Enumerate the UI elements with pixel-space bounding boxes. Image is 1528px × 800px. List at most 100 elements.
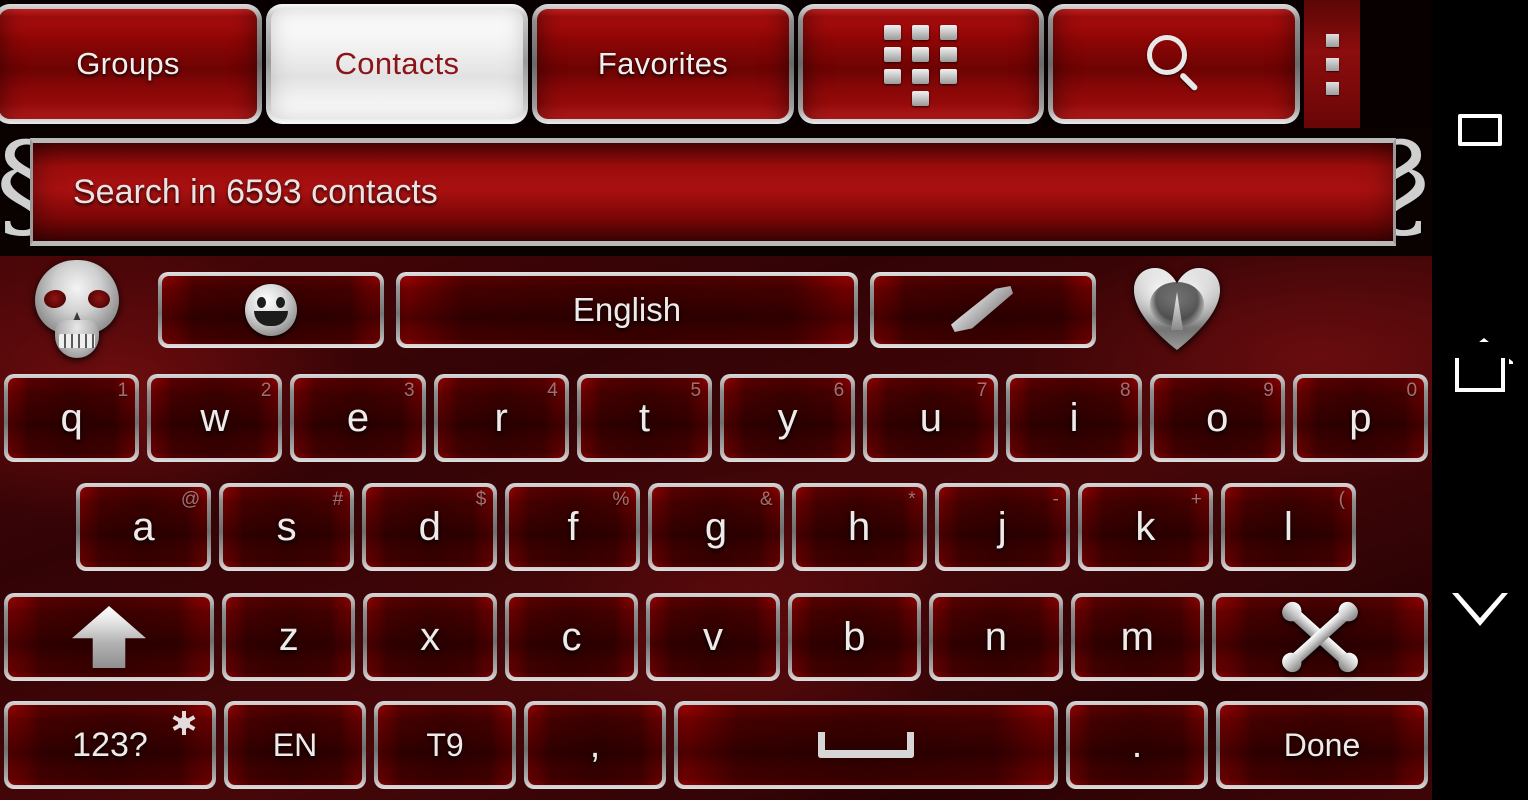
key-a-label: a (132, 504, 155, 549)
key-l-face: l( (1224, 487, 1352, 567)
backspace-key[interactable] (1212, 593, 1428, 681)
done-key[interactable]: Done (1216, 701, 1428, 789)
keyboard-row-3: zx c v bn m (0, 582, 1432, 692)
language-button-label: English (572, 291, 682, 328)
key-i[interactable]: i8 (1006, 374, 1142, 462)
key-e[interactable]: e3 (290, 374, 426, 462)
period-key-label: . (1131, 723, 1143, 766)
tab-search-face (1053, 9, 1295, 119)
key-o-alt-label: 9 (1263, 380, 1274, 401)
key-t[interactable]: t5 (576, 374, 713, 462)
comma-key[interactable]: , (524, 701, 666, 789)
emoji-button-face (162, 276, 380, 344)
period-key[interactable]: . (1066, 701, 1208, 789)
key-u-alt-label: 7 (976, 380, 988, 401)
tab-dialpad[interactable] (798, 4, 1044, 124)
input-language-key-face: EN (228, 705, 362, 785)
key-u[interactable]: u7 (863, 374, 999, 462)
key-r-label: r (494, 395, 508, 440)
t9-key-face: T9 (378, 705, 512, 785)
key-f-alt-label: % (612, 489, 630, 510)
comma-key-label: , (589, 723, 601, 766)
t9-key[interactable]: T9 (374, 701, 516, 789)
shift-key[interactable] (4, 593, 214, 681)
input-language-key-label: EN (272, 726, 318, 763)
key-v[interactable]: v (646, 593, 780, 681)
key-r-face: r4 (437, 378, 565, 458)
home-button[interactable] (1432, 327, 1528, 423)
language-button[interactable]: English (396, 272, 858, 348)
space-key-face (678, 705, 1054, 785)
key-p[interactable]: p0 (1292, 374, 1429, 462)
key-m-label: m (1120, 614, 1154, 659)
tab-groups[interactable]: Groups (0, 4, 262, 124)
key-j[interactable]: j- (934, 483, 1070, 571)
key-h-alt-label: * (908, 489, 916, 510)
key-s[interactable]: s # (219, 483, 355, 571)
search-bar-region: § Search in 6593 contacts § (0, 128, 1432, 256)
key-r-alt-label: 4 (547, 380, 558, 401)
crossed-bones-backspace-icon (1276, 601, 1364, 673)
key-c-label: c (561, 614, 582, 659)
key-c[interactable]: c (504, 593, 639, 681)
key-d-label: d (418, 504, 441, 549)
quill-button-face (874, 276, 1092, 344)
tab-search[interactable] (1048, 4, 1300, 124)
recents-button[interactable] (1432, 82, 1528, 178)
key-f-label: f (567, 504, 579, 549)
key-m[interactable]: m (1070, 593, 1204, 681)
keyboard-row-3-letters: zx c v bn m (218, 593, 1208, 681)
tab-favorites-face: Favorites (537, 9, 789, 119)
key-v-label: v (702, 614, 723, 659)
tab-groups-label: Groups (76, 46, 180, 81)
key-k[interactable]: k + (1077, 483, 1213, 571)
heart-ornament (1102, 262, 1252, 358)
key-z-face: z (226, 597, 352, 677)
key-a-face: a @ (80, 487, 208, 567)
feather-icon (945, 282, 1021, 338)
key-l[interactable]: l( (1220, 483, 1356, 571)
key-i-face: i8 (1010, 378, 1138, 458)
key-f[interactable]: f% (505, 483, 641, 571)
key-n[interactable]: n (929, 593, 1063, 681)
key-z[interactable]: z (222, 593, 356, 681)
tab-favorites[interactable]: Favorites (532, 4, 794, 124)
key-l-alt-label: ( (1338, 489, 1345, 510)
key-a-alt-label: @ (180, 489, 201, 510)
emoji-button[interactable] (158, 272, 384, 348)
key-x[interactable]: x (363, 593, 497, 681)
back-button[interactable] (1432, 562, 1528, 658)
key-b-face: b (791, 597, 918, 677)
key-p-alt-label: 0 (1406, 380, 1418, 401)
tab-favorites-label: Favorites (597, 46, 729, 81)
key-h[interactable]: h * (791, 483, 927, 571)
search-placeholder: Search in 6593 contacts (73, 172, 438, 211)
key-o[interactable]: o9 (1149, 374, 1285, 462)
key-w[interactable]: w2 (147, 374, 283, 462)
key-o-label: o (1206, 395, 1229, 440)
key-j-face: j- (938, 487, 1066, 567)
key-r[interactable]: r4 (433, 374, 569, 462)
overflow-menu-icon[interactable] (1304, 0, 1360, 128)
tab-contacts[interactable]: Contacts (266, 4, 528, 124)
t9-key-label: T9 (426, 726, 464, 763)
key-t-alt-label: 5 (690, 380, 702, 401)
key-d[interactable]: d $ (362, 483, 498, 571)
tab-groups-face: Groups (0, 9, 257, 119)
backspace-key-face (1216, 597, 1424, 677)
key-a[interactable]: a @ (76, 483, 212, 571)
key-v-face: v (650, 597, 776, 677)
search-input[interactable]: Search in 6593 contacts (30, 138, 1396, 246)
quill-button[interactable] (870, 272, 1096, 348)
key-e-alt-label: 3 (404, 380, 415, 401)
tab-contacts-label: Contacts (334, 46, 460, 81)
input-language-key[interactable]: EN (224, 701, 366, 789)
key-y[interactable]: y6 (720, 374, 856, 462)
symbols-key[interactable]: 123? (4, 701, 216, 789)
key-g[interactable]: g & (648, 483, 784, 571)
key-b[interactable]: b (787, 593, 922, 681)
key-q-face: q1 (8, 378, 136, 458)
gear-icon[interactable] (172, 711, 196, 735)
space-key[interactable] (674, 701, 1058, 789)
key-q[interactable]: q1 (4, 374, 140, 462)
